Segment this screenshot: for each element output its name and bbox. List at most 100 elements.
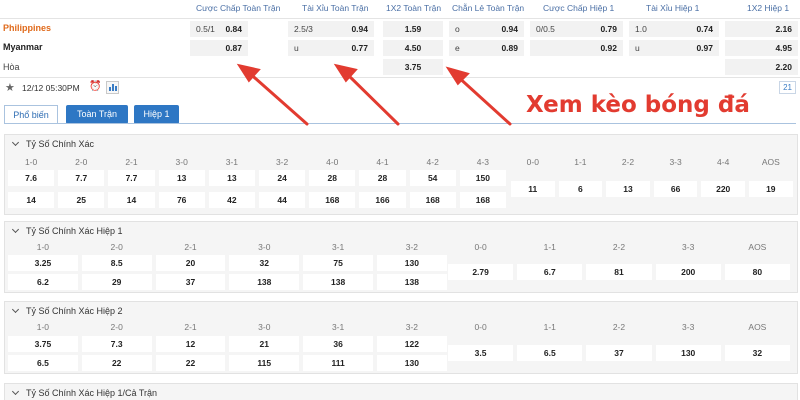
- score-header: 2-2: [621, 157, 635, 167]
- markets-counter[interactable]: 21: [779, 81, 796, 94]
- score-header: 3-0: [175, 157, 188, 167]
- odds-cell[interactable]: 6.2: [8, 274, 78, 290]
- tab-popular[interactable]: Phổ biến: [4, 105, 58, 124]
- odds-cell[interactable]: 14: [8, 192, 55, 208]
- odds-cell[interactable]: o 0.94: [449, 21, 524, 37]
- section-title[interactable]: Tỷ Số Chính Xác Hiệp 1: [11, 225, 123, 236]
- odds-cell[interactable]: 12: [155, 336, 226, 352]
- odds-cell[interactable]: 2.20: [725, 59, 798, 75]
- odds-cell[interactable]: 75: [303, 255, 373, 271]
- team-away[interactable]: Myanmar: [3, 42, 43, 52]
- chevron-down-icon[interactable]: [11, 138, 20, 147]
- odds-cell[interactable]: 7.7: [108, 170, 155, 186]
- odds-cell[interactable]: 2.79: [448, 264, 514, 280]
- chevron-down-icon[interactable]: [11, 387, 20, 396]
- odds-cell[interactable]: u 0.77: [288, 40, 374, 56]
- odds-cell[interactable]: 36: [303, 336, 373, 352]
- odds-cell[interactable]: 76: [158, 192, 205, 208]
- odds-cell[interactable]: 6.5: [8, 355, 78, 371]
- odds-cell[interactable]: 130: [377, 355, 447, 371]
- odds-cell[interactable]: 81: [586, 264, 652, 280]
- header-odd-even-ft: Chẵn Lẻ Toàn Trận: [452, 3, 525, 13]
- odds-cell[interactable]: 4.95: [725, 40, 798, 56]
- odds-cell[interactable]: 22: [81, 355, 152, 371]
- odds-cell[interactable]: 28: [359, 170, 406, 186]
- odds-cell[interactable]: 0.5/1 0.84: [190, 21, 248, 37]
- section-title[interactable]: Tỷ Số Chính Xác Hiệp 2: [11, 305, 123, 316]
- odds-cell[interactable]: 200: [655, 264, 721, 280]
- section-title[interactable]: Tỷ Số Chính Xác Hiệp 1/Cả Trận: [11, 387, 157, 398]
- odds-cell[interactable]: 20: [155, 255, 226, 271]
- alarm-clock-icon[interactable]: ⏰: [89, 81, 101, 92]
- odds-cell[interactable]: 44: [259, 192, 306, 208]
- tab-full-match[interactable]: Toàn Trận: [66, 105, 128, 124]
- odds-cell[interactable]: 1.0 0.74: [629, 21, 719, 37]
- odds-cell[interactable]: 3.75: [8, 336, 78, 352]
- odds-cell[interactable]: 37: [586, 345, 652, 361]
- odds-cell[interactable]: 13: [606, 181, 650, 197]
- odds-cell[interactable]: u 0.97: [629, 40, 719, 56]
- section-title[interactable]: Tỷ Số Chính Xác: [11, 138, 94, 149]
- header-over-under-h1: Tài Xỉu Hiệp 1: [646, 3, 700, 13]
- odds-cell[interactable]: 3.25: [8, 255, 78, 271]
- odds-cell[interactable]: 6.5: [517, 345, 583, 361]
- odds-cell[interactable]: 2.16: [725, 21, 798, 37]
- odds-cell[interactable]: 80: [724, 264, 790, 280]
- odds-cell[interactable]: 7.7: [58, 170, 105, 186]
- odds-cell[interactable]: 3.75: [383, 59, 443, 75]
- odds-cell[interactable]: 8.5: [81, 255, 152, 271]
- odds-cell[interactable]: 29: [81, 274, 152, 290]
- header-1x2-h1: 1X2 Hiệp 1: [747, 3, 790, 13]
- odds-cell[interactable]: 168: [409, 192, 456, 208]
- odds-cell[interactable]: 21: [229, 336, 300, 352]
- odds-cell[interactable]: 32: [229, 255, 300, 271]
- odds-cell[interactable]: 11: [511, 181, 555, 197]
- star-icon[interactable]: ★: [5, 81, 15, 94]
- odds-cell[interactable]: 168: [309, 192, 356, 208]
- chevron-down-icon[interactable]: [11, 225, 20, 234]
- team-home[interactable]: Philippines: [3, 23, 51, 33]
- odds-cell[interactable]: 24: [259, 170, 306, 186]
- odds-cell[interactable]: 25: [58, 192, 105, 208]
- odds-cell[interactable]: 37: [155, 274, 226, 290]
- odds-cell[interactable]: 220: [701, 181, 745, 197]
- odds-cell[interactable]: 32: [724, 345, 790, 361]
- odds-cell[interactable]: 111: [303, 355, 373, 371]
- odds-cell[interactable]: 115: [229, 355, 300, 371]
- odds-cell[interactable]: 19: [749, 181, 793, 197]
- odds-cell[interactable]: 14: [108, 192, 155, 208]
- odds-cell[interactable]: 6.7: [517, 264, 583, 280]
- odds-cell[interactable]: 138: [377, 274, 447, 290]
- odds-cell[interactable]: 54: [409, 170, 456, 186]
- chevron-down-icon[interactable]: [11, 305, 20, 314]
- odds-cell[interactable]: 138: [303, 274, 373, 290]
- odds-cell[interactable]: 6: [558, 181, 603, 197]
- odds-cell[interactable]: 22: [155, 355, 226, 371]
- odds-cell[interactable]: 0.87: [190, 40, 248, 56]
- odds-cell[interactable]: 3.5: [448, 345, 514, 361]
- odds-cell[interactable]: 7.6: [8, 170, 55, 186]
- tab-first-half[interactable]: Hiệp 1: [134, 105, 179, 124]
- odds-cell[interactable]: e 0.89: [449, 40, 524, 56]
- bar-chart-icon[interactable]: [106, 81, 119, 94]
- odds-cell[interactable]: 166: [359, 192, 406, 208]
- odds-cell[interactable]: 130: [655, 345, 721, 361]
- odds-cell[interactable]: 130: [377, 255, 447, 271]
- odds-cell[interactable]: 13: [158, 170, 205, 186]
- odds-cell[interactable]: 168: [459, 192, 506, 208]
- score-header: AOS: [748, 322, 767, 332]
- odds-cell[interactable]: 2.5/3 0.94: [288, 21, 374, 37]
- odds-cell[interactable]: 150: [459, 170, 506, 186]
- odds-cell[interactable]: 13: [208, 170, 255, 186]
- odds-cell[interactable]: 4.50: [383, 40, 443, 56]
- odds-cell[interactable]: 0/0.5 0.79: [530, 21, 623, 37]
- odds-cell[interactable]: 1.59: [383, 21, 443, 37]
- odds-cell[interactable]: 28: [309, 170, 356, 186]
- score-header: 3-0: [258, 242, 271, 252]
- odds-cell[interactable]: 7.3: [81, 336, 152, 352]
- odds-cell[interactable]: 66: [653, 181, 698, 197]
- odds-cell[interactable]: 42: [208, 192, 255, 208]
- odds-cell[interactable]: 138: [229, 274, 300, 290]
- odds-cell[interactable]: 122: [377, 336, 447, 352]
- odds-cell[interactable]: 0.92: [530, 40, 623, 56]
